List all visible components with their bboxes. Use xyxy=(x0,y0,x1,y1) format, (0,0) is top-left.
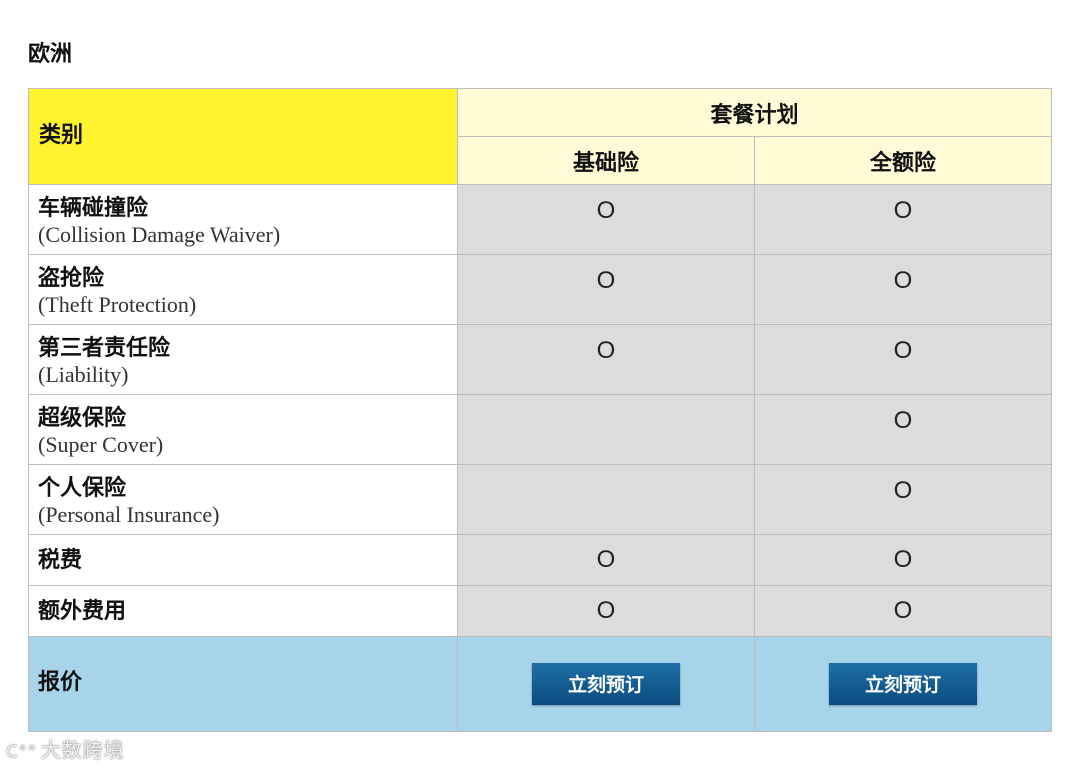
full-coverage-mark: O xyxy=(753,254,1053,325)
basic-price-cell: 立刻预订 xyxy=(457,636,755,732)
full-coverage-mark: O xyxy=(753,184,1053,255)
insurance-plan-table: 类别 套餐计划 基础险 全额险 车辆碰撞险 (Collision Damage … xyxy=(28,88,1053,732)
category-name-zh: 盗抢险 xyxy=(38,265,105,291)
plan-header: 套餐计划 xyxy=(456,88,1053,137)
row-category: 超级保险 (Super Cover) xyxy=(28,394,458,465)
price-label: 报价 xyxy=(28,636,458,732)
table-row: 税费 O O xyxy=(28,534,1053,586)
category-name-zh: 额外费用 xyxy=(38,597,127,624)
category-name-en: (Super Cover) xyxy=(38,432,164,457)
category-name-en: (Collision Damage Waiver) xyxy=(38,222,281,247)
category-name-en: (Liability) xyxy=(38,362,129,387)
basic-coverage-mark: O xyxy=(457,254,755,325)
row-category: 个人保险 (Personal Insurance) xyxy=(28,464,458,535)
category-name-zh: 超级保险 xyxy=(38,405,127,431)
basic-coverage-mark xyxy=(457,464,755,535)
price-row: 报价 立刻预订 立刻预订 xyxy=(28,636,1053,732)
table-row: 超级保险 (Super Cover) O xyxy=(28,394,1053,465)
category-header: 类别 xyxy=(28,88,458,185)
basic-coverage-mark: O xyxy=(457,184,755,255)
region-title: 欧洲 xyxy=(28,41,73,67)
row-category: 车辆碰撞险 (Collision Damage Waiver) xyxy=(28,184,458,255)
full-coverage-mark: O xyxy=(753,534,1053,586)
full-coverage-mark: O xyxy=(753,394,1053,465)
watermark: ᑕ°° 大数跨境 xyxy=(6,734,125,763)
watermark-logo-icon: ᑕ°° xyxy=(6,742,37,761)
row-category: 盗抢险 (Theft Protection) xyxy=(28,254,458,325)
category-name-zh: 个人保险 xyxy=(38,475,127,501)
basic-coverage-mark: O xyxy=(457,324,755,395)
book-full-button[interactable]: 立刻预订 xyxy=(829,663,977,705)
row-category: 税费 xyxy=(28,534,458,586)
table-row: 个人保险 (Personal Insurance) O xyxy=(28,464,1053,535)
plan-basic-header: 基础险 xyxy=(457,136,755,185)
full-coverage-mark: O xyxy=(753,585,1053,637)
basic-coverage-mark xyxy=(457,394,755,465)
row-category: 额外费用 xyxy=(28,585,458,637)
category-name-zh: 第三者责任险 xyxy=(38,335,171,361)
full-price-cell: 立刻预订 xyxy=(753,636,1053,732)
category-name-en: (Theft Protection) xyxy=(38,292,197,317)
table-row: 盗抢险 (Theft Protection) O O xyxy=(28,254,1053,325)
plan-full-header: 全额险 xyxy=(753,136,1053,185)
basic-coverage-mark: O xyxy=(457,534,755,586)
full-coverage-mark: O xyxy=(753,324,1053,395)
basic-coverage-mark: O xyxy=(457,585,755,637)
watermark-text: 大数跨境 xyxy=(40,738,125,762)
book-basic-button[interactable]: 立刻预订 xyxy=(532,663,680,705)
table-row: 额外费用 O O xyxy=(28,585,1053,637)
table-row: 车辆碰撞险 (Collision Damage Waiver) O O xyxy=(28,184,1053,255)
category-name-zh: 税费 xyxy=(38,546,83,573)
table-row: 第三者责任险 (Liability) O O xyxy=(28,324,1053,395)
category-name-en: (Personal Insurance) xyxy=(38,502,220,527)
full-coverage-mark: O xyxy=(753,464,1053,535)
row-category: 第三者责任险 (Liability) xyxy=(28,324,458,395)
category-name-zh: 车辆碰撞险 xyxy=(38,195,149,221)
